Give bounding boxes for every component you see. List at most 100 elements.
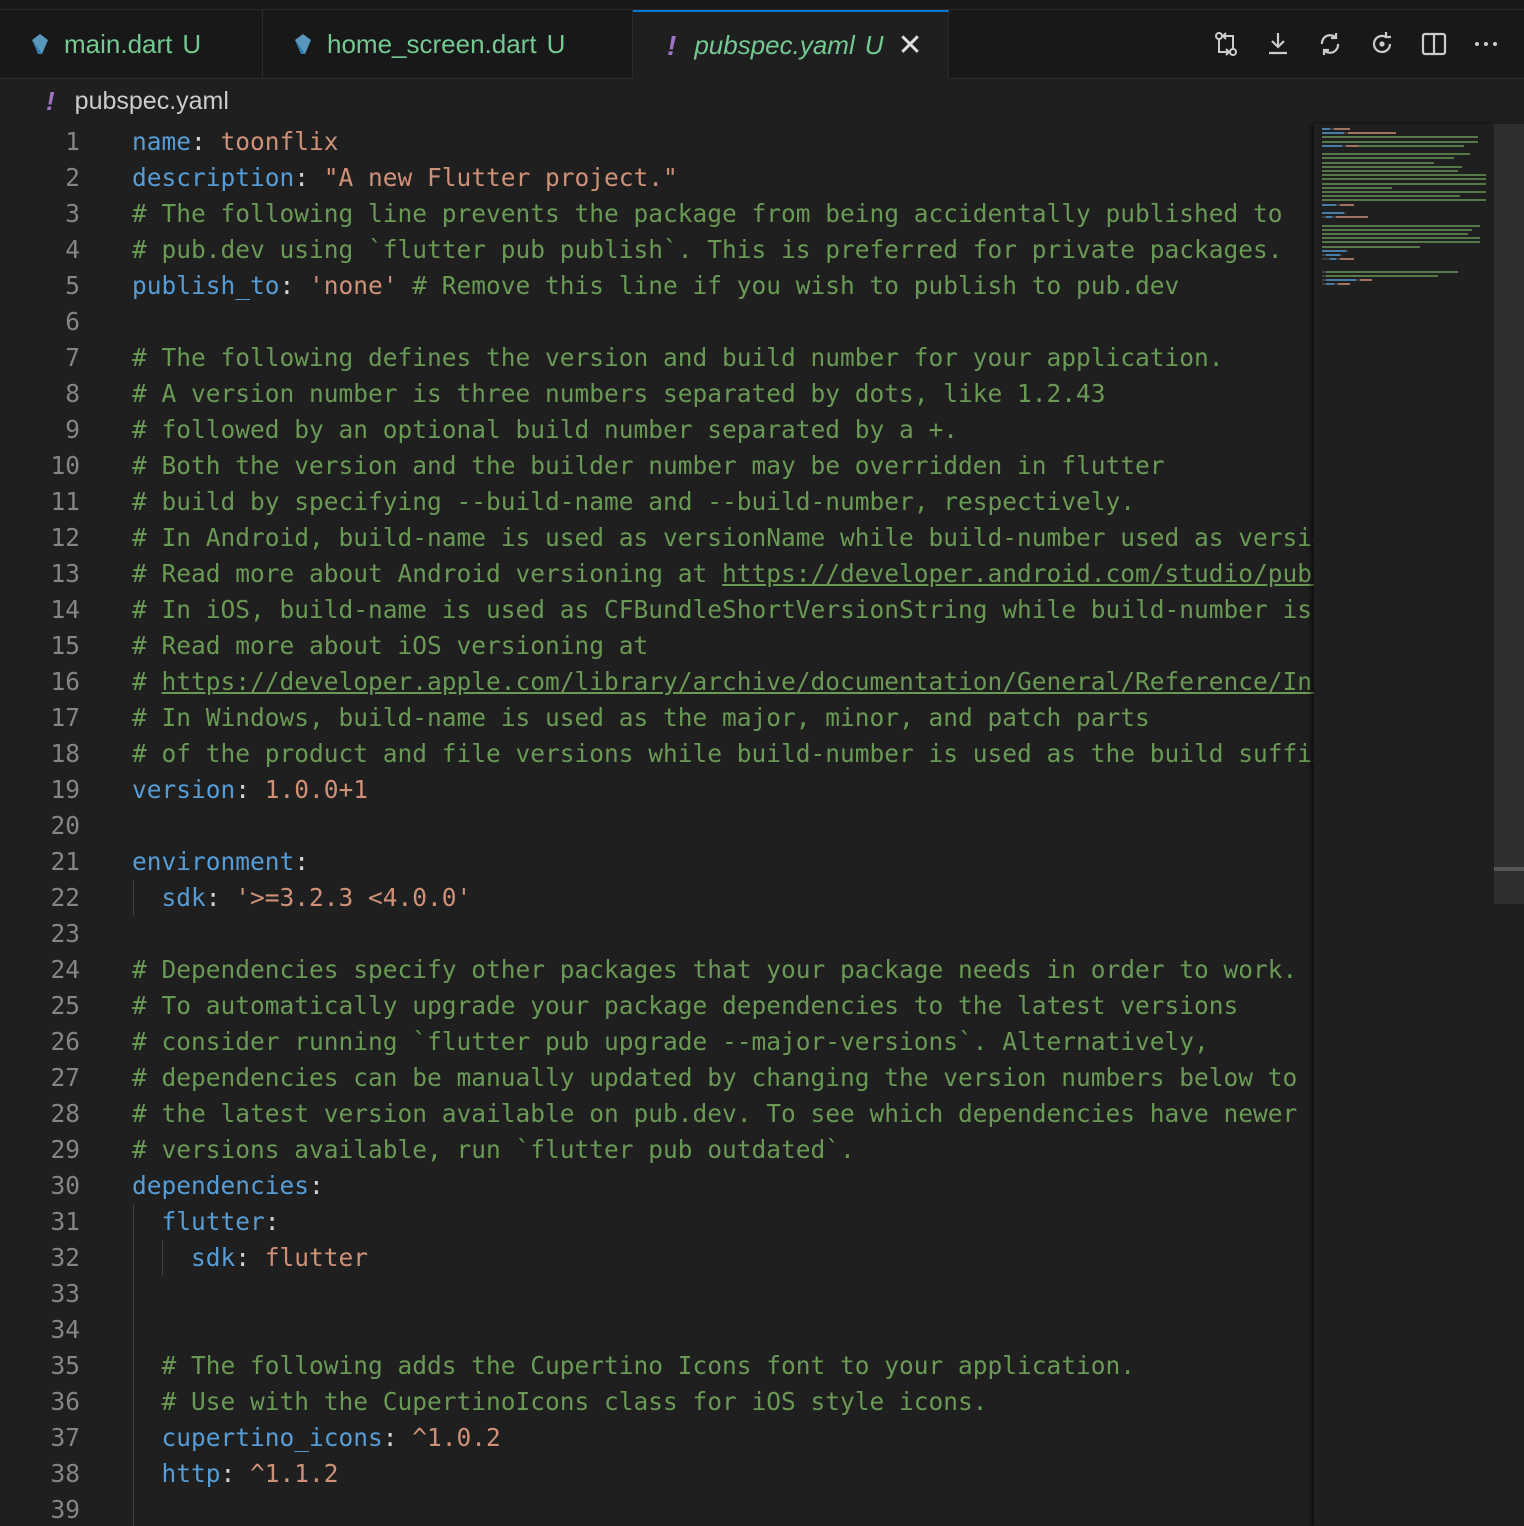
code-line[interactable]: 11 # build by specifying --build-name and… bbox=[0, 484, 1314, 520]
code-text: # The following defines the version and … bbox=[132, 340, 1224, 376]
scrollbar-thumb[interactable] bbox=[1494, 124, 1524, 904]
tab-label: home_screen.dart bbox=[327, 28, 537, 59]
close-icon[interactable]: ✕ bbox=[898, 30, 923, 61]
code-line[interactable]: 8 # A version number is three numbers sep… bbox=[0, 376, 1314, 412]
tab-pubspec-yaml[interactable]: ! pubspec.yaml U ✕ bbox=[633, 10, 949, 79]
minimap-line bbox=[1322, 157, 1454, 160]
more-actions-icon[interactable] bbox=[1472, 30, 1500, 58]
code-token: # dependencies can be manually updated b… bbox=[132, 1063, 1298, 1092]
line-number: 29 bbox=[50, 1135, 80, 1164]
code-line[interactable]: 35 # The following adds the Cupertino Ic… bbox=[0, 1348, 1314, 1384]
code-line[interactable]: 15 # Read more about iOS versioning at bbox=[0, 628, 1314, 664]
code-line[interactable]: 10 # Both the version and the builder num… bbox=[0, 448, 1314, 484]
code-line[interactable]: 25 # To automatically upgrade your packag… bbox=[0, 988, 1314, 1024]
code-token: http bbox=[161, 1459, 221, 1488]
code-line[interactable]: 13 # Read more about Android versioning a… bbox=[0, 556, 1314, 592]
compare-changes-icon[interactable] bbox=[1212, 30, 1240, 58]
code-link[interactable]: https://developer.android.com/studio/pub… bbox=[722, 559, 1314, 588]
line-number: 2 bbox=[65, 163, 80, 192]
code-line[interactable]: 18 # of the product and file versions whi… bbox=[0, 736, 1314, 772]
code-line[interactable]: 20 bbox=[0, 808, 1314, 844]
code-line[interactable]: 27 # dependencies can be manually updated… bbox=[0, 1060, 1314, 1096]
download-icon[interactable] bbox=[1264, 30, 1292, 58]
code-text: name: toonflix bbox=[132, 124, 339, 160]
code-text: # pub.dev using `flutter pub publish`. T… bbox=[132, 232, 1283, 268]
code-line[interactable]: 34 bbox=[0, 1312, 1314, 1348]
dart-file-icon bbox=[28, 32, 52, 56]
line-number: 27 bbox=[50, 1063, 80, 1092]
code-token: : bbox=[382, 1423, 413, 1452]
minimap-line bbox=[1326, 275, 1438, 277]
line-number: 28 bbox=[50, 1099, 80, 1128]
line-number: 20 bbox=[50, 811, 80, 840]
code-line[interactable]: 39 bbox=[0, 1492, 1314, 1526]
code-token: : bbox=[205, 883, 236, 912]
code-token: : bbox=[309, 1171, 324, 1200]
code-token: : bbox=[235, 775, 265, 804]
code-token: # Dependencies specify other packages th… bbox=[132, 955, 1298, 984]
line-number: 36 bbox=[50, 1387, 80, 1416]
minimap-line bbox=[1322, 153, 1470, 156]
minimap[interactable] bbox=[1314, 124, 1494, 1526]
code-line[interactable]: 21 environment: bbox=[0, 844, 1314, 880]
line-number: 33 bbox=[50, 1279, 80, 1308]
minimap-line bbox=[1322, 161, 1434, 164]
code-line[interactable]: 26 # consider running `flutter pub upgrad… bbox=[0, 1024, 1314, 1060]
line-number: 6 bbox=[65, 307, 80, 336]
code-token: # build by specifying --build-name and -… bbox=[132, 487, 1136, 516]
code-line[interactable]: 30 dependencies: bbox=[0, 1168, 1314, 1204]
code-line[interactable]: 32 sdk: flutter bbox=[0, 1240, 1314, 1276]
minimap-line bbox=[1322, 233, 1468, 235]
code-link[interactable]: https://developer.apple.com/library/arch… bbox=[162, 667, 1314, 696]
code-line[interactable]: 6 bbox=[0, 304, 1314, 340]
code-line[interactable]: 23 bbox=[0, 916, 1314, 952]
code-line[interactable]: 28 # the latest version available on pub.… bbox=[0, 1096, 1314, 1132]
tab-main-dart[interactable]: main.dart U bbox=[0, 10, 263, 78]
minimap-line bbox=[1322, 144, 1342, 147]
code-text: # of the product and file versions while… bbox=[132, 736, 1314, 772]
code-line[interactable]: 33 bbox=[0, 1276, 1314, 1312]
code-text: environment: bbox=[132, 844, 309, 880]
code-line[interactable]: 5 publish_to: 'none' # Remove this line i… bbox=[0, 268, 1314, 304]
code-line[interactable]: 2 description: "A new Flutter project." bbox=[0, 160, 1314, 196]
code-text: # Read more about Android versioning at … bbox=[132, 556, 1314, 592]
code-line[interactable]: 3 # The following line prevents the packa… bbox=[0, 196, 1314, 232]
code-token: : bbox=[294, 847, 310, 876]
code-line[interactable]: 14 # In iOS, build-name is used as CFBund… bbox=[0, 592, 1314, 628]
code-line[interactable]: 19 version: 1.0.0+1 bbox=[0, 772, 1314, 808]
code-text: # A version number is three numbers sepa… bbox=[132, 376, 1106, 412]
code-text: # In Windows, build-name is used as the … bbox=[132, 700, 1150, 736]
code-line[interactable]: 31 flutter: bbox=[0, 1204, 1314, 1240]
code-text: # The following adds the Cupertino Icons… bbox=[132, 1348, 1136, 1384]
code-line[interactable]: 9 # followed by an optional build number … bbox=[0, 412, 1314, 448]
code-text: # In Android, build-name is used as vers… bbox=[132, 520, 1314, 556]
tab-home-screen-dart[interactable]: home_screen.dart U bbox=[263, 10, 633, 78]
code-token: "A new Flutter project." bbox=[323, 163, 678, 192]
code-token: name bbox=[132, 127, 192, 156]
code-line[interactable]: 16 # https://developer.apple.com/library/… bbox=[0, 664, 1314, 700]
line-number: 12 bbox=[50, 523, 80, 552]
code-line[interactable]: 4 # pub.dev using `flutter pub publish`. … bbox=[0, 232, 1314, 268]
refresh-icon[interactable] bbox=[1368, 30, 1396, 58]
code-editor[interactable]: 1 name: toonflix 2 description: "A new Flut… bbox=[0, 124, 1314, 1526]
line-number: 7 bbox=[65, 343, 80, 372]
sync-icon[interactable] bbox=[1316, 30, 1344, 58]
code-line[interactable]: 29 # versions available, run `flutter pub… bbox=[0, 1132, 1314, 1168]
code-line[interactable]: 24 # Dependencies specify other packages … bbox=[0, 952, 1314, 988]
code-line[interactable]: 36 # Use with the CupertinoIcons class f… bbox=[0, 1384, 1314, 1420]
line-number: 26 bbox=[50, 1027, 80, 1056]
code-line[interactable]: 38 http: ^1.1.2 bbox=[0, 1456, 1314, 1492]
code-line[interactable]: 22 sdk: '>=3.2.3 <4.0.0' bbox=[0, 880, 1314, 916]
split-editor-icon[interactable] bbox=[1420, 30, 1448, 58]
code-text: # Both the version and the builder numbe… bbox=[132, 448, 1165, 484]
code-line[interactable]: 12 # In Android, build-name is used as ve… bbox=[0, 520, 1314, 556]
code-token: # consider running `flutter pub upgrade … bbox=[132, 1027, 1209, 1056]
code-line[interactable]: 1 name: toonflix bbox=[0, 124, 1314, 160]
code-line[interactable]: 37 cupertino_icons: ^1.0.2 bbox=[0, 1420, 1314, 1456]
code-text: # followed by an optional build number s… bbox=[132, 412, 958, 448]
code-line[interactable]: 17 # In Windows, build-name is used as th… bbox=[0, 700, 1314, 736]
line-number: 23 bbox=[50, 919, 80, 948]
code-line[interactable]: 7 # The following defines the version and… bbox=[0, 340, 1314, 376]
breadcrumb-file[interactable]: pubspec.yaml bbox=[75, 87, 229, 116]
